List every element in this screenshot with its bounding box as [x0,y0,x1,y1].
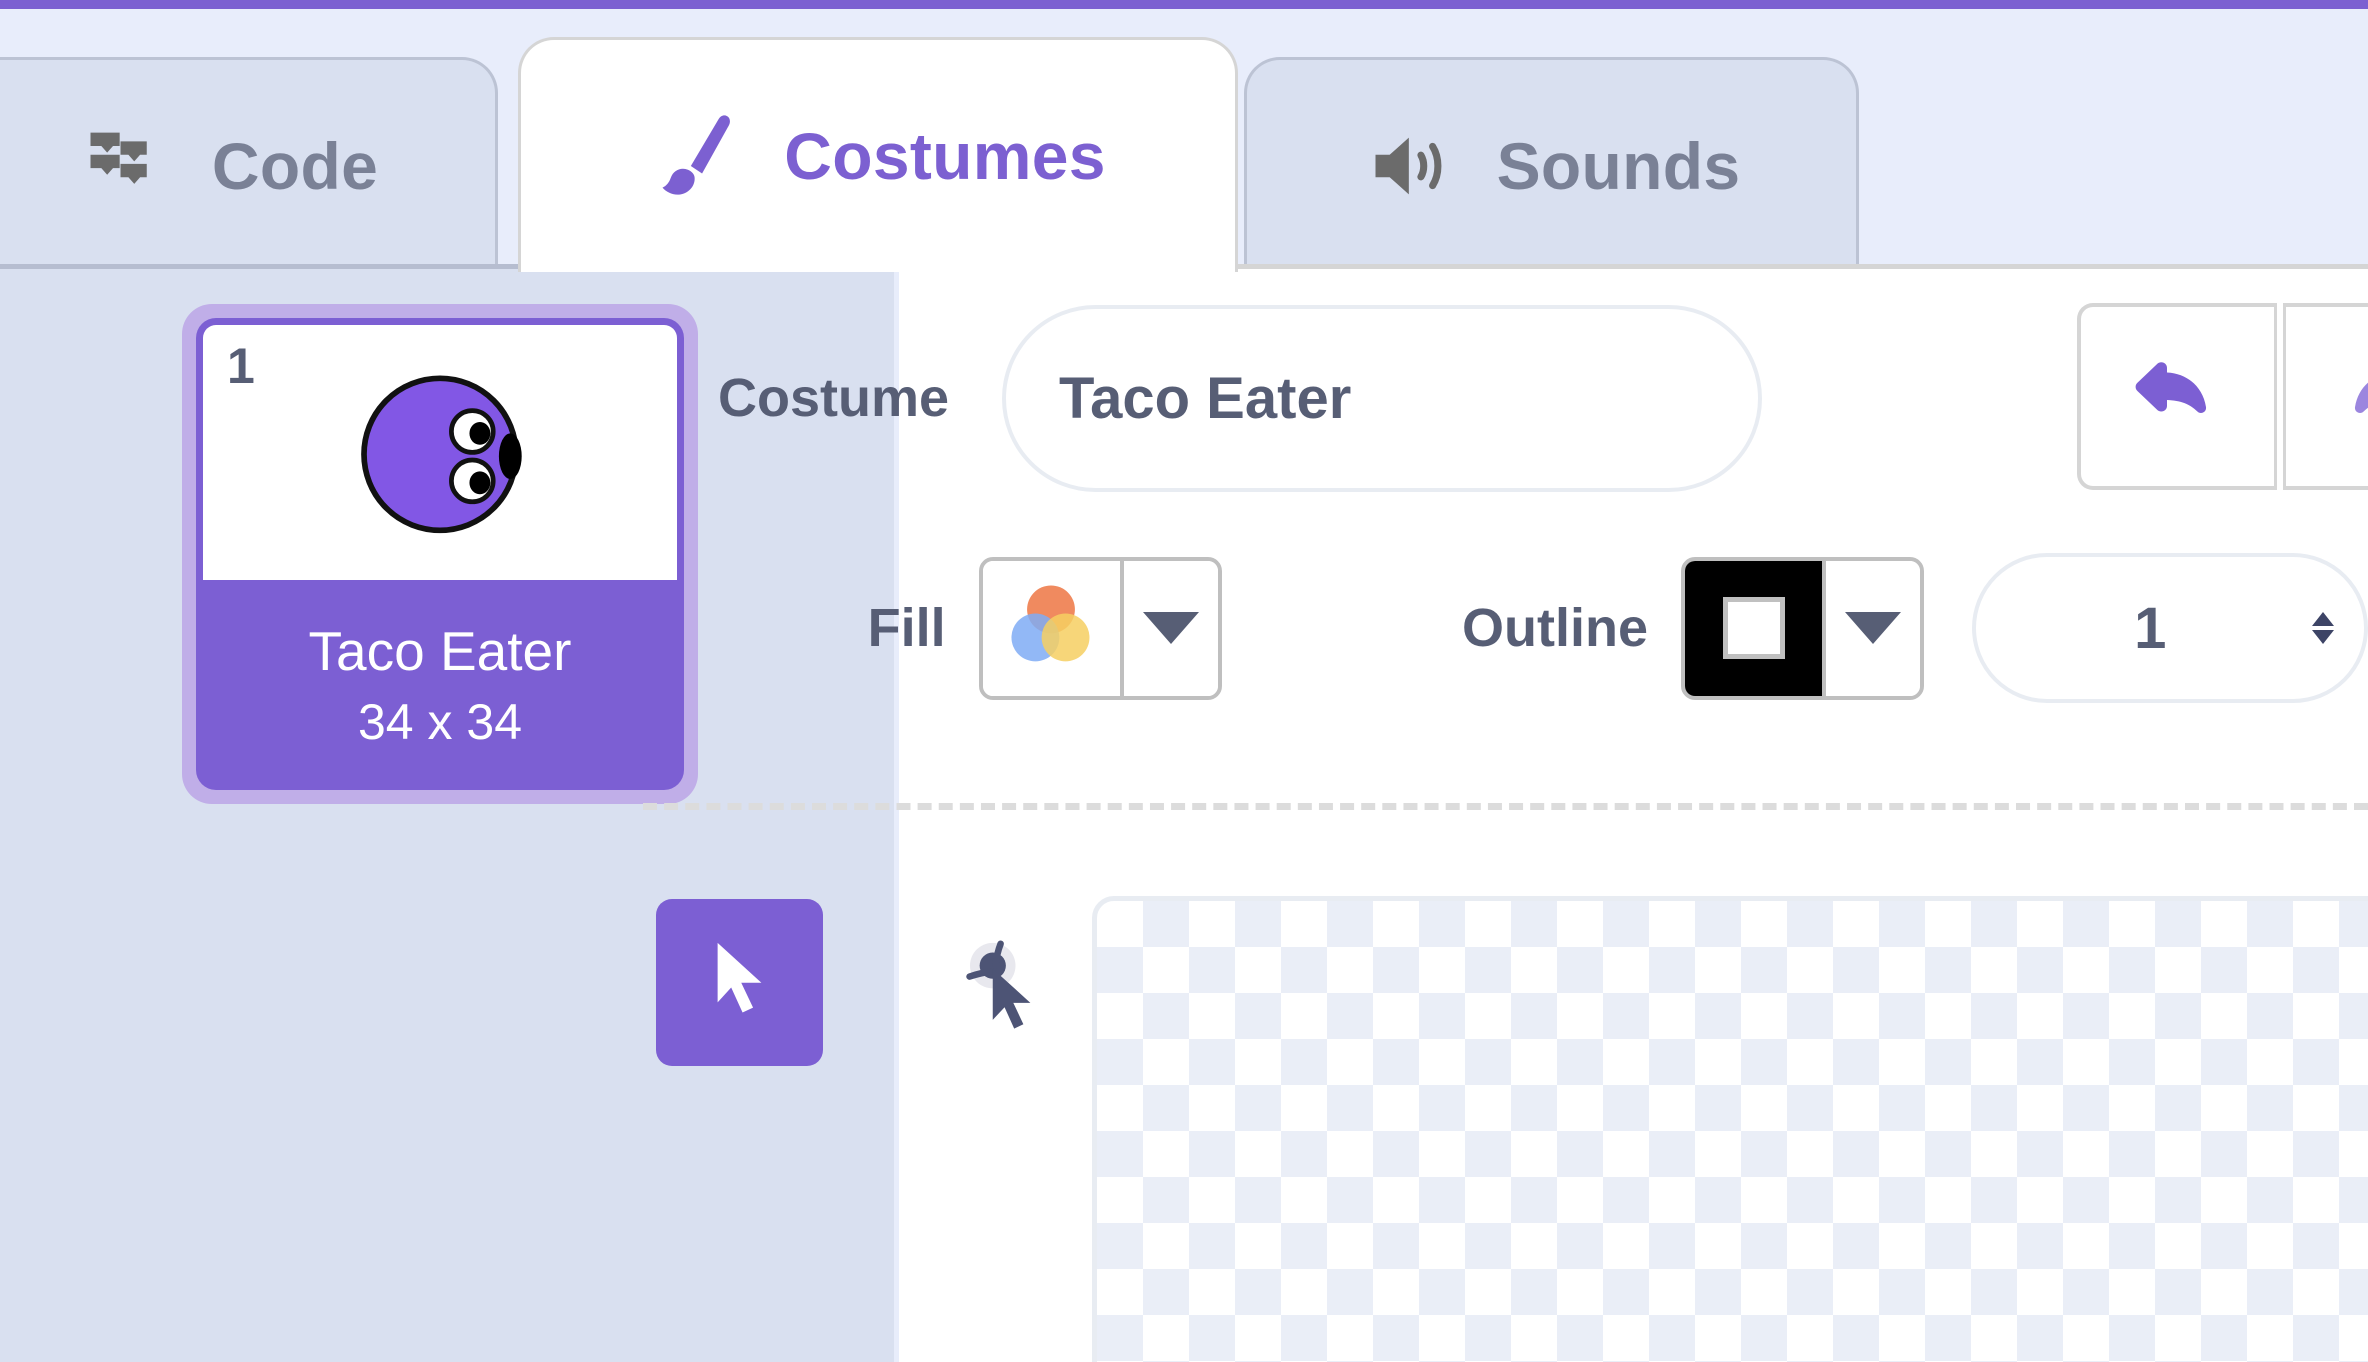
costume-name-label: Taco Eater [308,620,572,682]
outline-field-label: Outline [1461,598,1648,658]
tool-reshape-button[interactable] [911,899,1078,1066]
tab-sounds-label: Sounds [1496,129,1741,203]
redo-button[interactable] [2283,303,2368,490]
costume-field-label: Costume [717,368,949,428]
costume-thumbnail: 1 [203,325,677,580]
toolbar-divider [643,803,2368,810]
select-arrow-icon [687,928,792,1038]
code-blocks-icon [78,116,178,216]
tool-palette [656,899,1078,1066]
stroke-width-stepper[interactable] [2312,612,2335,644]
tab-costumes[interactable]: Costumes [518,37,1238,272]
tab-costumes-label: Costumes [784,119,1106,193]
redo-arrow-icon [2328,339,2368,454]
costume-list-item[interactable]: 1 Taco Eater 34 x 34 [182,304,698,804]
paintbrush-icon [650,106,750,206]
stroke-width-value: 1 [2134,595,2167,661]
chevron-down-icon [1845,612,1902,644]
costume-card-inner: 1 Taco Eater 34 x 34 [196,318,684,790]
speaker-icon [1363,116,1463,216]
costume-card-meta: Taco Eater 34 x 34 [196,580,684,790]
paint-canvas[interactable] [1092,896,2368,1362]
tab-code[interactable]: Code [0,57,498,272]
fill-color-swatch[interactable] [982,560,1125,696]
costume-size-label: 34 x 34 [357,694,522,750]
scratch-costume-editor: Code Costumes Sounds 1 Taco Eater 34 x 3… [0,0,2368,1362]
tool-select-button[interactable] [656,899,823,1066]
tab-strip: Code Costumes Sounds [0,9,2368,272]
undo-arrow-icon [2123,339,2233,454]
paint-editor-panel: Costume Taco Eater Fill Outline 1 [643,264,2368,1362]
stroke-width-input[interactable]: 1 [1972,553,2368,703]
caret-down-icon[interactable] [2312,630,2335,644]
fill-field-label: Fill [867,598,946,658]
chevron-down-icon [1143,612,1200,644]
undo-button[interactable] [2077,303,2277,490]
reshape-node-icon [942,928,1047,1038]
costume-name-input[interactable]: Taco Eater [1002,304,1762,492]
fill-color-control[interactable] [978,556,1222,700]
style-controls-row: Fill Outline 1 [868,533,2368,723]
outline-dropdown-button[interactable] [1826,560,1921,696]
caret-up-icon[interactable] [2312,612,2335,626]
color-wheel-icon [999,574,1103,683]
solid-color-icon [1722,597,1785,659]
top-accent-bar [0,0,2368,9]
outline-color-swatch[interactable] [1684,560,1827,696]
costume-sprite-preview [345,355,535,550]
costume-name-input-value: Taco Eater [1059,365,1352,431]
history-button-group [2077,303,2368,490]
tab-sounds[interactable]: Sounds [1244,57,1859,272]
outline-color-control[interactable] [1680,556,1925,700]
fill-dropdown-button[interactable] [1124,560,1218,696]
costume-index-label: 1 [227,338,255,394]
tab-code-label: Code [211,129,379,203]
